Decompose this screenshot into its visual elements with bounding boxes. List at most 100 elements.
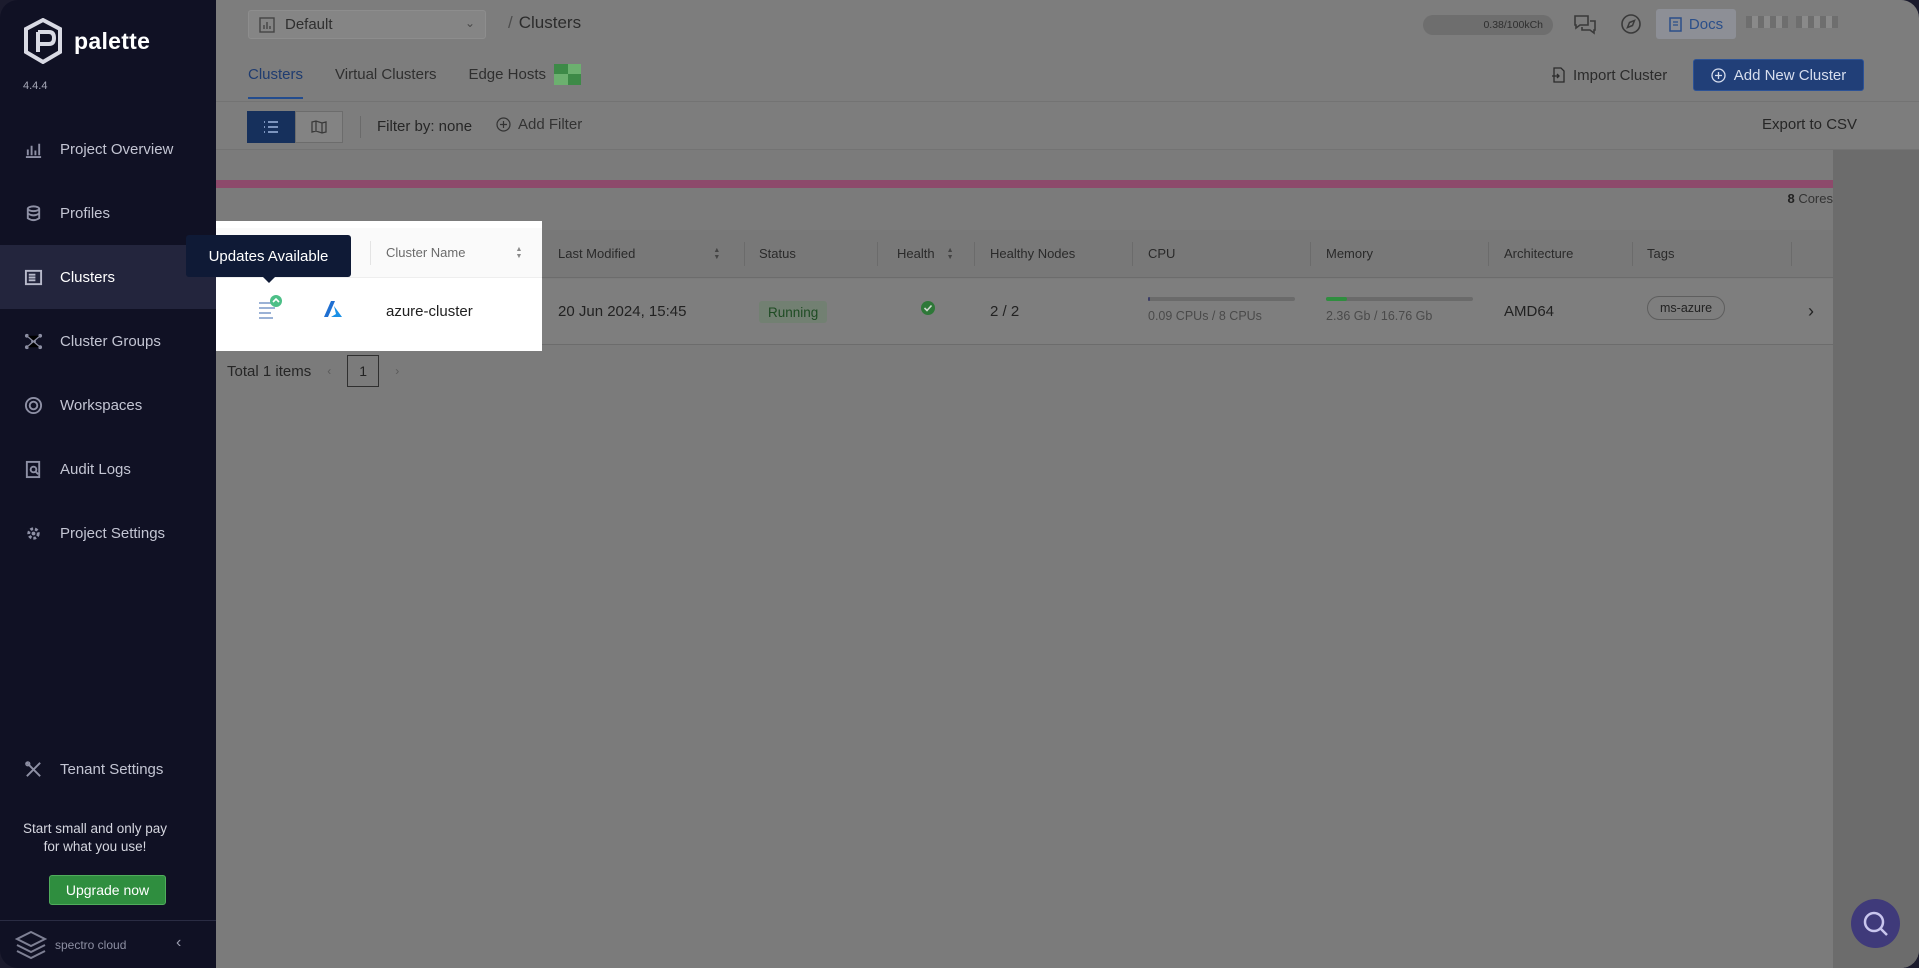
column-header-cpu[interactable]: CPU — [1148, 246, 1175, 261]
column-divider — [1488, 242, 1489, 266]
updates-available-tooltip: Updates Available — [186, 235, 351, 283]
plus-circle-icon — [496, 117, 511, 132]
sidebar-item-label: Project Overview — [60, 140, 174, 158]
tab-edge-hosts[interactable]: Edge Hosts — [468, 48, 581, 100]
page-number[interactable]: 1 — [347, 355, 380, 387]
usage-meter[interactable]: 0.38/100kCh — [1423, 15, 1553, 35]
sidebar-item-cluster-groups[interactable]: Cluster Groups — [0, 309, 216, 373]
project-selector[interactable]: Default ⌄ — [248, 10, 486, 39]
column-header-status[interactable]: Status — [759, 246, 796, 261]
palette-logo[interactable]: palette — [22, 18, 150, 64]
sidebar-item-label: Profiles — [60, 204, 111, 222]
filter-bar: Filter by: none Add Filter Export to CSV — [216, 102, 1919, 150]
edge-hosts-badge-icon — [554, 63, 581, 85]
sidebar-item-tenant-settings[interactable]: Tenant Settings — [24, 760, 163, 779]
view-toggle — [247, 111, 343, 143]
gear-icon — [24, 524, 43, 543]
sidebar-footer: spectro cloud — [0, 920, 216, 968]
collapse-sidebar-icon[interactable]: ‹ — [176, 934, 181, 952]
update-available-icon[interactable] — [258, 295, 286, 328]
breadcrumb-separator: / — [508, 13, 513, 32]
cpu-usage-fill — [1148, 297, 1151, 301]
map-view-button[interactable] — [295, 111, 343, 143]
workspaces-icon — [24, 396, 43, 415]
column-divider — [370, 241, 371, 265]
sidebar-item-project-overview[interactable]: Project Overview — [0, 117, 216, 181]
tab-label: Edge Hosts — [468, 65, 546, 83]
column-header-memory[interactable]: Memory — [1326, 246, 1373, 261]
docs-label: Docs — [1688, 15, 1724, 33]
stack-icon — [24, 204, 43, 223]
tools-icon — [24, 760, 43, 779]
sidebar-nav: Project Overview Profiles Clusters Clust… — [0, 117, 216, 565]
column-label: Memory — [1326, 246, 1373, 261]
tab-virtual-clusters[interactable]: Virtual Clusters — [335, 48, 436, 100]
prev-page-icon[interactable]: ‹ — [327, 364, 331, 378]
add-new-cluster-button[interactable]: Add New Cluster — [1693, 59, 1864, 91]
filter-divider — [360, 116, 361, 138]
next-page-icon[interactable]: › — [395, 364, 399, 378]
cpu-usage-label: 0.09 CPUs / 8 CPUs — [1148, 309, 1262, 323]
topbar: Default ⌄ / Clusters 0.38/100kCh Docs — [216, 0, 1919, 48]
last-modified-cell: 20 Jun 2024, 15:45 — [558, 303, 687, 320]
sidebar-item-label: Clusters — [60, 268, 116, 286]
column-label: Status — [759, 246, 796, 261]
sort-icon: ▲ ▼ — [713, 246, 721, 261]
app-name: palette — [74, 27, 151, 54]
sidebar-item-audit-logs[interactable]: Audit Logs — [0, 437, 216, 501]
column-header-healthy-nodes[interactable]: Healthy Nodes — [990, 246, 1075, 261]
column-header-architecture[interactable]: Architecture — [1504, 246, 1573, 261]
healthy-nodes-cell: 2 / 2 — [990, 303, 1020, 320]
user-avatar — [1746, 16, 1788, 28]
column-label: Architecture — [1504, 246, 1574, 261]
breadcrumb: / Clusters — [508, 13, 581, 33]
upgrade-now-button[interactable]: Upgrade now — [49, 875, 166, 905]
cluster-groups-icon — [24, 332, 43, 351]
highlighted-row[interactable]: azure-cluster — [216, 279, 542, 351]
chart-icon — [24, 140, 43, 159]
sidebar-item-workspaces[interactable]: Workspaces — [0, 373, 216, 437]
palette-logo-icon — [24, 18, 62, 64]
cores-usage-bar — [216, 180, 1833, 188]
scroll-gutter — [1833, 150, 1919, 968]
total-items: Total 1 items — [227, 362, 312, 380]
help-search-button[interactable] — [1851, 899, 1900, 948]
list-icon — [264, 121, 278, 133]
sidebar-item-label: Cluster Groups — [60, 332, 161, 350]
upgrade-promo-text: Start small and only pay for what you us… — [0, 820, 190, 856]
chat-icon[interactable] — [1573, 12, 1597, 36]
column-header-health[interactable]: Health ▲ ▼ — [897, 246, 954, 261]
map-icon — [311, 120, 327, 134]
book-icon — [1669, 16, 1682, 32]
compass-icon[interactable] — [1619, 12, 1643, 36]
sort-icon: ▲ ▼ — [946, 246, 954, 261]
tab-clusters[interactable]: Clusters — [248, 48, 304, 100]
highlighted-column-header-cluster-name[interactable]: Cluster Name ▲ ▼ — [386, 245, 522, 260]
sidebar-item-label: Project Settings — [60, 524, 166, 542]
cores-unit: Cores — [1798, 191, 1833, 206]
column-header-last-modified[interactable]: Last Modified ▲ ▼ — [558, 246, 720, 261]
memory-usage-label: 2.36 Gb / 16.76 Gb — [1326, 309, 1433, 323]
app-version: 4.4.4 — [23, 80, 48, 92]
promo-line-2: for what you use! — [43, 839, 147, 854]
column-divider — [877, 242, 878, 266]
export-csv-button[interactable]: Export to CSV — [1762, 116, 1857, 133]
list-view-button[interactable] — [247, 111, 295, 143]
import-cluster-button[interactable]: Import Cluster — [1541, 60, 1677, 90]
sidebar-item-profiles[interactable]: Profiles — [0, 181, 216, 245]
add-filter-button[interactable]: Add Filter — [496, 116, 582, 133]
column-header-tags[interactable]: Tags — [1647, 246, 1674, 261]
import-cluster-label: Import Cluster — [1573, 66, 1668, 84]
docs-button[interactable]: Docs — [1656, 9, 1736, 39]
sidebar: palette 4.4.4 Project Overview Profiles … — [0, 0, 216, 968]
column-divider — [1632, 242, 1633, 266]
column-divider — [1310, 242, 1311, 266]
chevron-right-icon[interactable]: › — [1808, 301, 1814, 322]
sidebar-item-clusters[interactable]: Clusters — [0, 245, 216, 309]
column-divider — [744, 242, 745, 266]
user-name-redacted — [1796, 16, 1838, 28]
cluster-name-link[interactable]: azure-cluster — [386, 303, 473, 320]
user-menu[interactable] — [1746, 16, 1856, 30]
plus-circle-icon — [1711, 67, 1726, 83]
sidebar-item-project-settings[interactable]: Project Settings — [0, 501, 216, 565]
